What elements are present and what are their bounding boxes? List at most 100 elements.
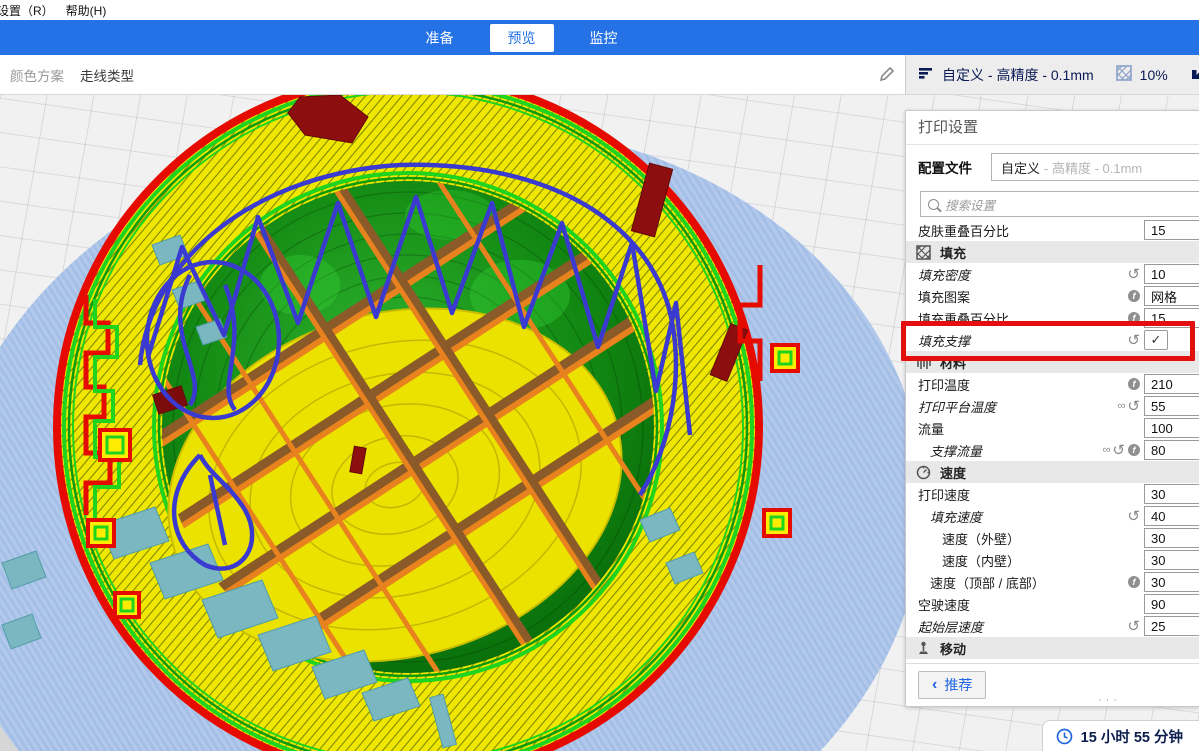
profile-label: 配置文件 <box>906 157 972 177</box>
infill-density-icon <box>1116 65 1132 84</box>
profile-dropdown[interactable]: 自定义 - 高精度 - 0.1mm <box>991 153 1199 181</box>
info-icon: f <box>1128 290 1140 302</box>
setting-row: 打印温度 f 210 <box>906 373 1199 395</box>
setting-label: 填充密度 <box>906 265 970 284</box>
tab-monitor[interactable]: 监控 <box>576 24 632 52</box>
setting-label: 填充速度 <box>906 507 982 526</box>
setting-value-input[interactable]: 210 <box>1144 374 1199 394</box>
profile-name: 自定义 <box>1001 158 1040 177</box>
color-scheme-label: 颜色方案 <box>10 65 64 85</box>
setting-value-input[interactable]: 100 <box>1144 418 1199 438</box>
setting-label: 打印温度 <box>906 375 970 394</box>
settings-section-header[interactable]: 填充 <box>906 241 1199 263</box>
setting-label: 填充图案 <box>906 287 970 306</box>
menu-help[interactable]: 帮助(H) <box>60 2 113 19</box>
settings-section-header[interactable]: 材料 <box>906 351 1199 373</box>
setting-row: 速度（外壁） 30 <box>906 527 1199 549</box>
setting-row: 速度（顶部 / 底部） f 30 <box>906 571 1199 593</box>
profile-suffix: - 高精度 - 0.1mm <box>1044 158 1142 177</box>
setting-checkbox[interactable]: ✓ <box>1144 330 1168 350</box>
setting-row: 皮肤重叠百分比 15 <box>906 219 1199 241</box>
setting-row: 速度（内壁）30 <box>906 549 1199 571</box>
info-icon: f <box>1128 312 1140 324</box>
section-label: 材料 <box>940 353 966 372</box>
menu-settings[interactable]: 设置（R） <box>0 2 60 19</box>
setting-value-input[interactable]: 网格 <box>1144 286 1199 306</box>
color-scheme-dropdown[interactable]: 走线类型 <box>80 65 134 85</box>
settings-section-header[interactable]: 移动 <box>906 637 1199 659</box>
reset-icon[interactable]: ↺ <box>1127 399 1140 414</box>
setting-row: 起始层速度 ↺ 25 <box>906 615 1199 637</box>
print-time-estimate: 15 小时 55 分钟 <box>1081 726 1183 747</box>
setting-label: 皮肤重叠百分比 <box>906 221 1009 240</box>
support-icon <box>1190 66 1199 84</box>
setting-row: 支撑流量 ∞↺f 80 <box>906 439 1199 461</box>
setting-label: 支撑流量 <box>906 441 982 460</box>
setting-row: 打印速度 30 <box>906 483 1199 505</box>
print-summary-bar[interactable]: 自定义 - 高精度 - 0.1mm 10% 开 <box>905 55 1199 94</box>
chevron-left-icon: ‹ <box>932 676 937 694</box>
setting-row: 填充密度 ↺ 10 <box>906 263 1199 285</box>
setting-label: 起始层速度 <box>906 617 983 636</box>
setting-row: 空驶速度 90 <box>906 593 1199 615</box>
travel-section-icon <box>916 641 931 656</box>
setting-value-input[interactable]: 30 <box>1144 528 1199 548</box>
profile-summary: 自定义 - 高精度 - 0.1mm <box>942 65 1094 85</box>
setting-value-input[interactable]: 10 <box>1144 264 1199 284</box>
setting-value-input[interactable]: 55 <box>1144 396 1199 416</box>
reset-icon[interactable]: ↺ <box>1112 443 1125 458</box>
view-toolbar: 颜色方案 走线类型 自定义 - 高精度 - 0.1mm 10% 开 <box>0 55 1199 95</box>
setting-value-input[interactable]: 30 <box>1144 550 1199 570</box>
setting-value-input[interactable]: 15 <box>1144 220 1199 240</box>
settings-list: 皮肤重叠百分比15填充填充密度↺10填充图案f网格填充重叠百分比f15填充支撑↺… <box>906 219 1199 659</box>
reset-icon[interactable]: ↺ <box>1127 619 1140 634</box>
info-icon: f <box>1128 576 1140 588</box>
section-label: 速度 <box>940 463 966 482</box>
panel-title: 打印设置 <box>906 111 1199 145</box>
panel-drag-handle[interactable]: ··· <box>1098 694 1121 706</box>
link-icon: ∞ <box>1118 401 1125 412</box>
setting-value-input[interactable]: 90 <box>1144 594 1199 614</box>
setting-label: 打印平台温度 <box>906 397 996 416</box>
reset-icon[interactable]: ↺ <box>1127 267 1140 282</box>
search-icon <box>928 199 939 210</box>
setting-row: 打印平台温度 ∞↺ 55 <box>906 395 1199 417</box>
menu-bar: 设置（R） 帮助(H) <box>0 0 1199 20</box>
setting-label: 速度（顶部 / 底部） <box>906 573 1045 592</box>
link-icon: ∞ <box>1103 445 1110 456</box>
reset-icon[interactable]: ↺ <box>1127 333 1140 348</box>
setting-label: 空驶速度 <box>906 595 970 614</box>
tab-prepare[interactable]: 准备 <box>412 24 468 52</box>
speed-section-icon <box>916 465 931 480</box>
setting-value-input[interactable]: 15 <box>1144 308 1199 328</box>
recommended-mode-button[interactable]: ‹ 推荐 <box>918 671 986 699</box>
print-time-card: 15 小时 55 分钟 <box>1042 720 1199 751</box>
infill-section-icon <box>916 245 931 260</box>
stage-bar: 准备 预览 监控 <box>0 20 1199 55</box>
section-label: 移动 <box>940 639 966 658</box>
reset-icon[interactable]: ↺ <box>1127 509 1140 524</box>
setting-value-input[interactable]: 30 <box>1144 572 1199 592</box>
setting-label: 速度（外壁） <box>906 529 1020 548</box>
setting-row: 流量 100 <box>906 417 1199 439</box>
layers-icon <box>918 66 934 83</box>
search-placeholder: 搜索设置 <box>945 195 995 214</box>
setting-value-input[interactable]: 30 <box>1144 484 1199 504</box>
setting-label: 打印速度 <box>906 485 970 504</box>
edit-pencil-icon[interactable] <box>878 65 896 83</box>
setting-label: 填充重叠百分比 <box>906 309 1009 328</box>
print-settings-panel: 打印设置 配置文件 自定义 - 高精度 - 0.1mm 搜索设置 皮肤重叠百分比… <box>905 110 1199 707</box>
tab-preview[interactable]: 预览 <box>490 24 554 52</box>
info-icon: f <box>1128 444 1140 456</box>
setting-row: 填充图案 f 网格 <box>906 285 1199 307</box>
setting-label: 流量 <box>906 419 944 438</box>
setting-row: 填充重叠百分比 f 15 <box>906 307 1199 329</box>
material-section-icon <box>916 355 931 370</box>
recommended-label: 推荐 <box>944 675 972 695</box>
setting-value-input[interactable]: 40 <box>1144 506 1199 526</box>
setting-value-input[interactable]: 80 <box>1144 440 1199 460</box>
settings-section-header[interactable]: 速度 <box>906 461 1199 483</box>
settings-search[interactable]: 搜索设置 <box>920 191 1199 217</box>
setting-value-input[interactable]: 25 <box>1144 616 1199 636</box>
info-icon: f <box>1128 378 1140 390</box>
